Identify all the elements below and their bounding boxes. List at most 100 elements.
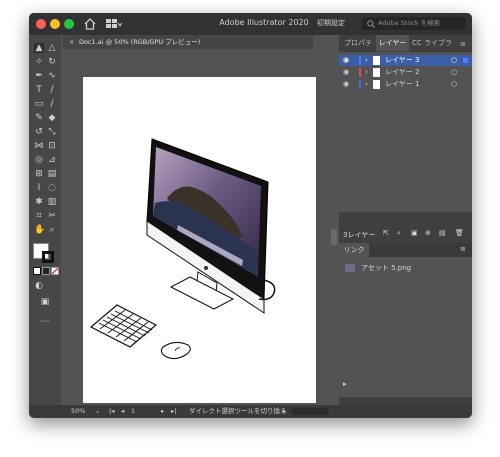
app-title: Adobe Illustrator 2020 [219, 18, 309, 27]
draw-mode-icon[interactable]: ◐ [34, 281, 44, 291]
artboard[interactable] [83, 77, 316, 403]
panel-menu-icon[interactable]: ≡ [460, 40, 466, 48]
eyedropper-tool-icon[interactable]: ⌇ [34, 183, 44, 193]
layer-thumbnail [373, 56, 380, 65]
layer-row[interactable]: ◉ › レイヤー 3 ○ [339, 55, 472, 66]
layers-list: ◉ › レイヤー 3 ○ ◉ › レイヤー 2 ○ ◉ › レイヤー 1 ○ [339, 52, 472, 212]
maximize-window-button[interactable] [64, 19, 74, 29]
first-artboard-icon[interactable]: |◂ [109, 405, 114, 418]
document-tab[interactable]: × Doc1.ai @ 50% (RGB/GPU プレビュー) [63, 35, 313, 49]
chevron-down-icon[interactable]: ⌄ [95, 405, 100, 418]
trash-icon[interactable]: 🗑 [455, 229, 464, 237]
close-window-button[interactable] [36, 19, 46, 29]
layer-thumbnail [373, 68, 380, 77]
eye-icon[interactable]: ◉ [343, 55, 349, 66]
new-sublayer-icon[interactable]: ⊕ [425, 229, 431, 237]
prev-artboard-icon[interactable]: ◂ [121, 405, 124, 418]
shape-builder-tool-icon[interactable]: ◎ [34, 155, 44, 165]
artboard-number[interactable]: 1 [131, 405, 135, 418]
last-artboard-icon[interactable]: ▸| [171, 405, 176, 418]
hand-tool-icon[interactable]: ✋ [34, 225, 45, 235]
layer-row[interactable]: ◉ › レイヤー 2 ○ [339, 67, 472, 78]
export-icon[interactable]: ⇱ [383, 229, 389, 237]
eye-icon[interactable]: ◉ [343, 79, 349, 90]
scroll-right-icon[interactable]: ▸ [283, 405, 286, 418]
line-tool-icon[interactable]: / [47, 85, 57, 95]
tab-links[interactable]: リンク [339, 243, 369, 257]
tab-properties[interactable]: プロパティ [341, 35, 375, 63]
none-color-icon[interactable] [51, 267, 59, 275]
chevron-right-icon[interactable]: › [365, 67, 368, 78]
clipping-mask-icon[interactable]: ▣ [411, 229, 418, 237]
link-name[interactable]: アセット 5.png [361, 263, 411, 273]
stroke-swatch[interactable] [42, 251, 54, 263]
selection-indicator [463, 58, 468, 63]
brush-tool-icon[interactable]: ∕ [47, 99, 57, 109]
tab-layers[interactable]: レイヤー [376, 35, 409, 51]
search-layer-icon[interactable]: ⌕ [397, 229, 401, 238]
layer-name[interactable]: レイヤー 1 [385, 79, 419, 90]
zoom-level[interactable]: 50% [71, 405, 85, 418]
selection-tool-icon[interactable]: ▲ [34, 43, 44, 53]
curvature-tool-icon[interactable]: ∿ [47, 71, 57, 81]
status-bar: 50% ⌄ |◂ ◂ 1 ▸ ▸| ダイレクト選択ツールを切り換え ▸ [29, 405, 472, 418]
tools-panel: ▲ △ ✧ ↻ ✒ ∿ T / ▭ ∕ ✎ ◆ ↺ ⤡ ⋈ ⊡ ◎ ⊿ ⊞ ▤ … [29, 35, 61, 405]
panel-collapse-handle[interactable] [331, 229, 337, 245]
rotate-tool-icon[interactable]: ↺ [34, 127, 44, 137]
panel-menu-icon[interactable]: ≡ [460, 245, 466, 253]
type-tool-icon[interactable]: T [34, 85, 44, 95]
eye-icon[interactable]: ◉ [343, 67, 349, 78]
slice-tool-icon[interactable]: ✂ [47, 211, 57, 221]
layer-name[interactable]: レイヤー 3 [385, 55, 419, 66]
color-mode-icon[interactable] [42, 267, 50, 275]
layer-name[interactable]: レイヤー 2 [385, 67, 419, 78]
chevron-right-icon[interactable]: › [365, 79, 368, 90]
tab-cc-libraries[interactable]: CC ライブラリ [410, 35, 454, 63]
lasso-tool-icon[interactable]: ↻ [47, 57, 57, 67]
layer-color-bar [359, 80, 361, 89]
new-layer-icon[interactable]: ▤ [439, 229, 446, 237]
layer-color-bar [359, 68, 361, 77]
scale-tool-icon[interactable]: ⤡ [47, 127, 57, 137]
minimize-window-button[interactable] [50, 19, 60, 29]
workspace-switcher[interactable]: 初期設定 [317, 18, 345, 28]
layer-thumbnail [373, 80, 380, 89]
horizontal-scrollbar[interactable] [291, 408, 329, 415]
home-icon[interactable] [84, 18, 96, 30]
target-icon[interactable]: ○ [451, 79, 457, 90]
chevron-right-icon[interactable]: › [365, 55, 368, 66]
zoom-tool-icon[interactable]: ⌕ [47, 225, 57, 235]
rectangle-tool-icon[interactable]: ▭ [34, 99, 44, 109]
width-tool-icon[interactable]: ⋈ [34, 141, 44, 151]
list-item[interactable]: アセット 5.png [339, 262, 472, 276]
perspective-grid-tool-icon[interactable]: ⊿ [47, 155, 57, 165]
symbol-sprayer-tool-icon[interactable]: ✱ [34, 197, 44, 207]
title-bar: Adobe Illustrator 2020 初期設定 Adobe Stock … [29, 13, 472, 35]
shaper-tool-icon[interactable]: ✎ [34, 113, 44, 123]
close-tab-icon[interactable]: × [69, 35, 74, 49]
canvas-area[interactable] [63, 49, 337, 405]
eraser-tool-icon[interactable]: ◆ [47, 113, 57, 123]
play-icon[interactable]: ▸ [343, 380, 347, 388]
mesh-tool-icon[interactable]: ⊞ [34, 169, 44, 179]
layer-row[interactable]: ◉ › レイヤー 1 ○ [339, 79, 472, 90]
workspace-icon[interactable] [106, 19, 123, 29]
artboard-tool-icon[interactable]: ⌗ [34, 211, 44, 221]
layers-footer: 3レイヤー ⇱ ⌕ ▣ ⊕ ▤ 🗑 [339, 227, 472, 241]
direct-selection-tool-icon[interactable]: △ [47, 43, 57, 53]
more-tools-icon[interactable]: ⋯ [40, 317, 50, 327]
next-artboard-icon[interactable]: ▸ [161, 405, 164, 418]
screen-mode-icon[interactable]: ▣ [40, 297, 50, 307]
graph-tool-icon[interactable]: ▥ [47, 197, 57, 207]
free-transform-tool-icon[interactable]: ⊡ [47, 141, 57, 151]
pen-tool-icon[interactable]: ✒ [34, 71, 44, 81]
stock-search-input[interactable]: Adobe Stock を検索 [362, 17, 466, 30]
default-colors-icon[interactable] [33, 267, 41, 275]
target-icon[interactable]: ○ [451, 55, 457, 66]
target-icon[interactable]: ○ [451, 67, 457, 78]
blend-tool-icon[interactable]: ◌ [47, 183, 57, 193]
right-panel-dock: プロパティ レイヤー CC ライブラリ ≡ ◉ › レイヤー 3 ○ ◉ › レ… [339, 35, 472, 405]
link-thumbnail [345, 264, 355, 272]
gradient-tool-icon[interactable]: ▤ [47, 169, 57, 179]
magic-wand-tool-icon[interactable]: ✧ [34, 57, 44, 67]
